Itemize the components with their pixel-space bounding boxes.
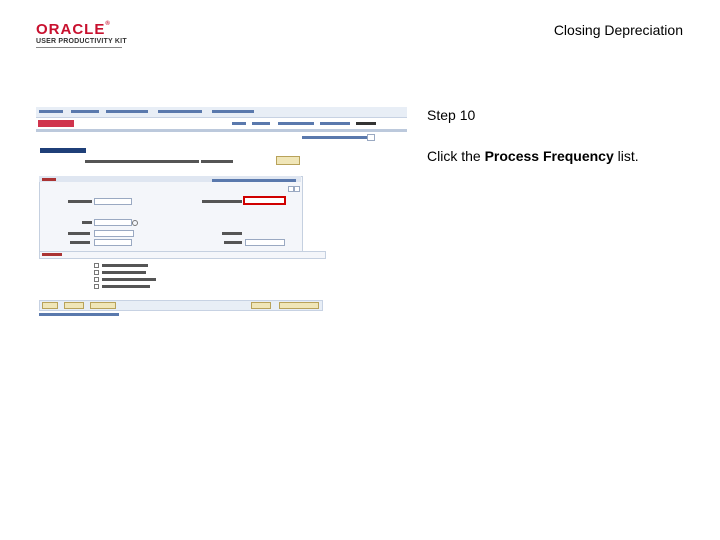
step-label: Step 10 (427, 107, 476, 123)
thumb-checkbox (94, 270, 99, 275)
document-title: Closing Depreciation (553, 22, 683, 38)
thumb-breadcrumb-mark (212, 110, 254, 113)
thumb-multichannel-link (278, 122, 314, 125)
thumb-worklist-link (252, 122, 270, 125)
thumb-header-bar (36, 129, 407, 132)
thumb-refresh-button (90, 302, 116, 309)
thumb-checkbox (94, 263, 99, 268)
thumb-breadcrumb-mark (158, 110, 202, 113)
thumb-breadcrumb-mark (39, 110, 63, 113)
thumb-window-links (302, 136, 372, 139)
thumb-lookup-icon (132, 220, 138, 226)
thumb-fiscal-year-field (94, 239, 132, 246)
thumb-footer-links (39, 313, 119, 316)
thumb-page-title (40, 148, 86, 153)
thumb-run-control-text (85, 160, 199, 163)
thumb-request-id-label (68, 200, 92, 203)
thumb-options-header (39, 251, 326, 259)
thumb-breadcrumb-mark (106, 110, 148, 113)
thumb-delete-row-icon (294, 186, 300, 192)
oracle-logo: ORACLE® (36, 21, 110, 38)
thumb-home-link (232, 122, 246, 125)
thumb-checkbox (94, 284, 99, 289)
thumb-notify-button (64, 302, 84, 309)
thumb-update-display-button (279, 302, 319, 309)
thumb-unit-field (94, 219, 132, 226)
thumb-checkbox-label (102, 271, 146, 274)
thumb-fiscal-year-label (70, 241, 90, 244)
thumb-process-frequency-highlight (243, 196, 286, 205)
thumb-signout-link (356, 122, 376, 125)
upk-subtitle: USER PRODUCTIVITY KIT (36, 38, 127, 45)
instruction-prefix: Click the (427, 148, 485, 164)
instruction-suffix: list. (613, 148, 639, 164)
thumb-period-label (224, 241, 242, 244)
thumb-request-label (42, 178, 56, 181)
screenshot-thumbnail (36, 107, 407, 320)
thumb-options-label (42, 253, 62, 256)
thumb-breadcrumb-mark (71, 110, 99, 113)
thumb-save-button (42, 302, 58, 309)
thumb-unit-label (82, 221, 92, 224)
instruction-field-name: Process Frequency (484, 148, 614, 164)
thumb-ledger-label (68, 232, 90, 235)
thumb-checkbox (94, 277, 99, 282)
step-instruction: Click the Process Frequency list. (427, 148, 639, 164)
thumb-personalize-icon (367, 134, 375, 141)
thumb-ledger-select (94, 230, 134, 237)
thumb-find-view-links (212, 179, 296, 182)
thumb-period-field (245, 239, 285, 246)
thumb-process-frequency-label (202, 200, 242, 203)
thumb-request-id-field (94, 198, 132, 205)
thumb-process-monitor-text (201, 160, 233, 163)
thumb-add-button (251, 302, 271, 309)
thumb-checkbox-label (102, 278, 156, 281)
thumb-run-button (276, 156, 300, 165)
thumb-addfav-link (320, 122, 350, 125)
logo-divider (36, 47, 122, 48)
thumb-oracle-logo (38, 120, 74, 127)
thumb-checkbox-label (102, 264, 148, 267)
thumb-checkbox-label (102, 285, 150, 288)
thumb-calendar-label (222, 232, 242, 235)
